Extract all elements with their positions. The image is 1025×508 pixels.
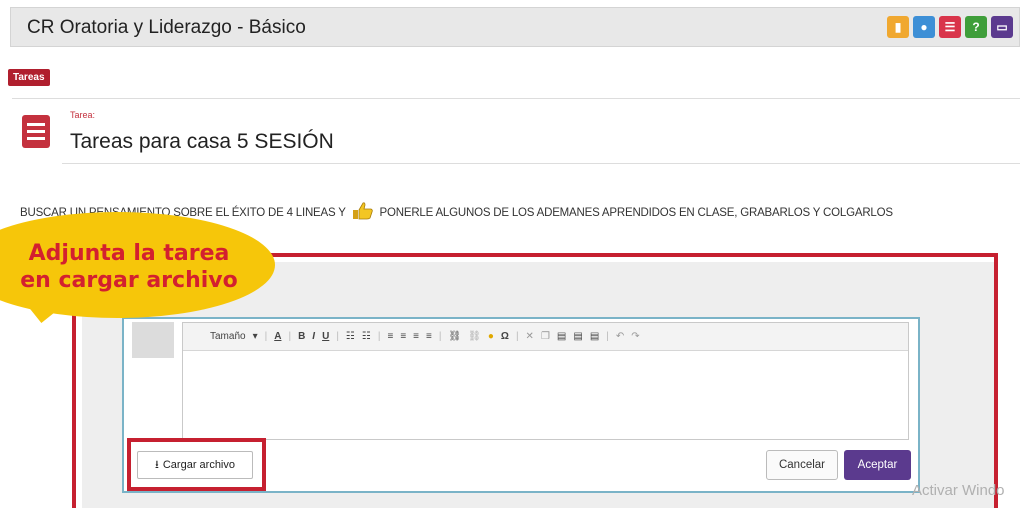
course-title: CR Oratoria y Liderazgo - Básico <box>27 17 306 38</box>
upload-file-label: Cargar archivo <box>162 459 235 471</box>
task-document-icon <box>22 115 50 148</box>
paste-icon[interactable]: ▤ <box>557 331 566 342</box>
align-justify-icon[interactable]: ≡ <box>426 331 432 342</box>
screen-icon[interactable]: ▭ <box>991 16 1013 38</box>
underline-icon[interactable]: U <box>322 331 329 342</box>
course-header: CR Oratoria y Liderazgo - Básico ▮ ● ☰ ?… <box>10 7 1020 47</box>
avatar <box>132 322 174 358</box>
bold-icon[interactable]: B <box>298 331 305 342</box>
divider <box>62 163 1020 164</box>
emoji-icon[interactable]: ● <box>488 331 494 342</box>
calendar-icon[interactable]: ▮ <box>887 16 909 38</box>
description-part2: PONERLE ALGUNOS DE LOS ADEMANES APRENDID… <box>379 207 894 219</box>
link-icon[interactable]: ⛓ <box>448 331 461 342</box>
header-icons: ▮ ● ☰ ? ▭ <box>887 16 1013 38</box>
paste-word-icon[interactable]: ▤ <box>590 331 599 342</box>
list-icon[interactable]: ☰ <box>939 16 961 38</box>
unordered-list-icon[interactable]: ☷ <box>362 331 371 342</box>
redo-icon[interactable]: ↷ <box>631 331 639 342</box>
callout-line1: Adjunta la tarea <box>28 241 230 266</box>
align-center-icon[interactable]: ≡ <box>400 331 406 342</box>
rich-text-editor[interactable]: Tamaño ▾ | A | B I U | ☷ ☷ | ≡ ≡ ≡ ≡ | ⛓… <box>182 322 909 440</box>
task-title: Tareas para casa 5 SESIÓN <box>70 130 334 153</box>
cancel-button[interactable]: Cancelar <box>766 450 838 480</box>
ordered-list-icon[interactable]: ☷ <box>346 331 355 342</box>
tab-tareas[interactable]: Tareas <box>8 69 50 86</box>
paste-text-icon[interactable]: ▤ <box>573 331 582 342</box>
accept-button[interactable]: Aceptar <box>844 450 911 480</box>
align-left-icon[interactable]: ≡ <box>387 331 393 342</box>
callout-line2: en cargar archivo <box>20 268 238 293</box>
thumbs-up-icon <box>352 202 373 220</box>
upload-icon: ⭳ <box>155 458 159 471</box>
callout-tail <box>18 289 87 325</box>
copy-icon[interactable]: ❐ <box>541 331 550 342</box>
align-right-icon[interactable]: ≡ <box>413 331 419 342</box>
font-color-icon[interactable]: A <box>274 331 281 342</box>
cut-icon[interactable]: ✕ <box>526 331 534 342</box>
upload-file-button[interactable]: ⭳ Cargar archivo <box>137 451 253 479</box>
unlink-icon[interactable]: ⛓ <box>468 331 481 342</box>
divider <box>12 98 1020 99</box>
special-char-icon[interactable]: Ω <box>501 331 509 342</box>
undo-icon[interactable]: ↶ <box>616 331 624 342</box>
dropdown-caret-icon[interactable]: ▾ <box>253 331 258 342</box>
italic-icon[interactable]: I <box>312 331 315 342</box>
editor-toolbar: Tamaño ▾ | A | B I U | ☷ ☷ | ≡ ≡ ≡ ≡ | ⛓… <box>183 323 908 351</box>
windows-activation-watermark: Activar Windo <box>912 482 1005 499</box>
chat-icon[interactable]: ● <box>913 16 935 38</box>
callout-text: Adjunta la tarea en cargar archivo <box>0 240 258 294</box>
font-size-select[interactable]: Tamaño <box>210 331 246 342</box>
task-label: Tarea: <box>70 110 96 120</box>
help-icon[interactable]: ? <box>965 16 987 38</box>
